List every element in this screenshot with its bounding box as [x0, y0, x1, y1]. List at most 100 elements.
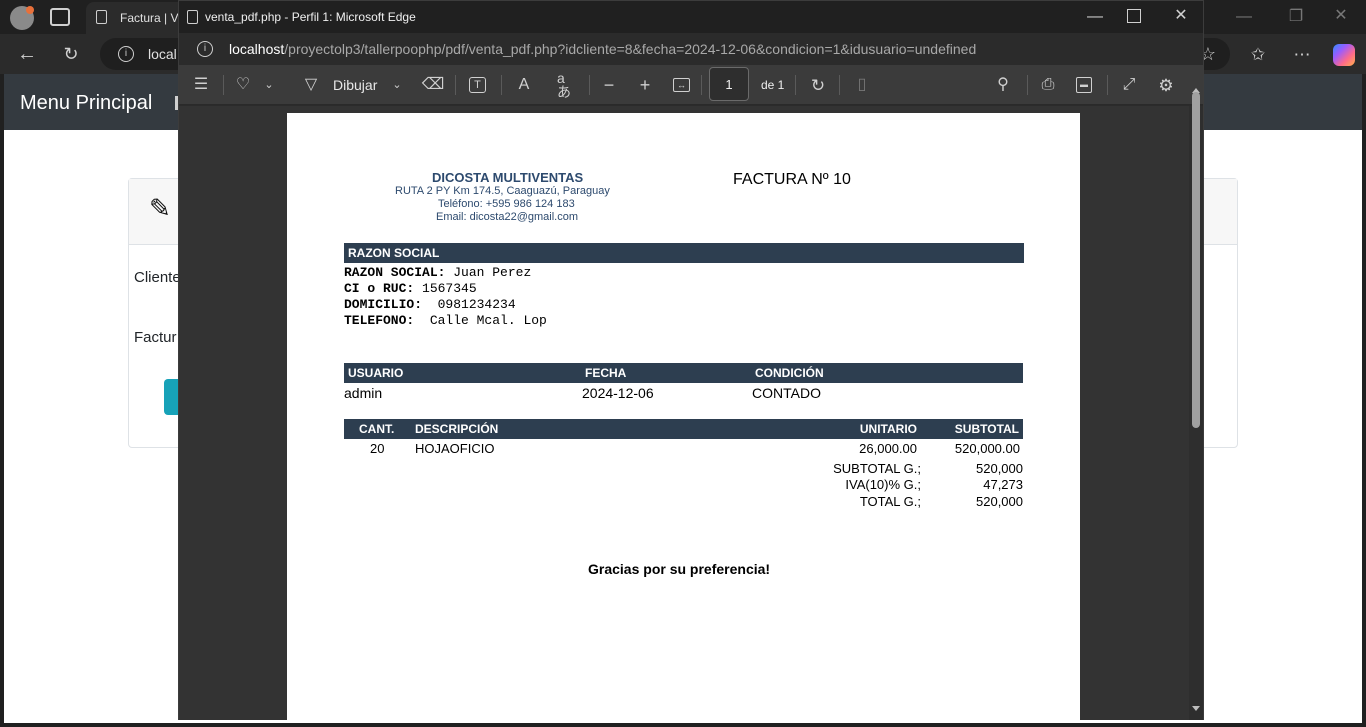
highlight-icon[interactable]: ♡: [235, 77, 251, 93]
cliente-label: Cliente: [134, 269, 181, 286]
company-address: RUTA 2 PY Km 174.5, Caaguazú, Paraguay: [395, 185, 610, 197]
fullscreen-icon[interactable]: ⤢: [1121, 77, 1137, 93]
col-subtotal: SUBTOTAL: [954, 422, 1019, 436]
page-number: 1: [725, 77, 733, 92]
domicilio-label: DOMICILIO:: [344, 297, 423, 312]
info-icon[interactable]: i: [197, 41, 213, 57]
scrollbar-thumb[interactable]: [1192, 92, 1200, 428]
pdf-toolbar: ☰ ♡ ⌄ ▽ Dibujar ⌄ ⌫ T A aあ − + ↔ 1 de 1 …: [179, 65, 1203, 105]
telefono-line: TELEFONO: Calle Mcal. Lop: [344, 313, 547, 328]
razon-label: RAZON SOCIAL:: [344, 265, 446, 280]
translate-icon[interactable]: aあ: [557, 71, 577, 99]
popup-title: venta_pdf.php - Perfil 1: Microsoft Edge: [205, 10, 416, 24]
address-text: local: [148, 46, 177, 62]
edit-icon: ✎: [149, 193, 171, 223]
factura-label: Factur: [134, 329, 177, 346]
tab-actions-icon[interactable]: [50, 8, 70, 26]
zoom-in-icon[interactable]: +: [637, 76, 653, 94]
draw-icon[interactable]: ▽: [303, 77, 319, 93]
items-header: CANT. DESCRIPCIÓN UNITARIO SUBTOTAL: [344, 419, 1023, 439]
read-aloud-icon[interactable]: A: [515, 77, 533, 93]
maximize-icon[interactable]: [1127, 9, 1141, 23]
settings-icon[interactable]: ⚙: [1157, 76, 1175, 94]
close-icon[interactable]: ✕: [1173, 8, 1189, 24]
page-icon: [187, 10, 198, 24]
domicilio-value: 0981234234: [437, 297, 516, 312]
col-cant: CANT.: [359, 422, 395, 436]
page-view-icon: ▯: [857, 76, 867, 93]
subtotal-value: 520,000: [976, 461, 1023, 476]
page-icon: [96, 10, 107, 24]
item-descripcion: HOJAOFICIO: [415, 441, 495, 456]
company-email: Email: dicosta22@gmail.com: [436, 211, 578, 223]
copilot-icon[interactable]: [1333, 44, 1355, 66]
draw-button[interactable]: Dibujar: [333, 77, 377, 93]
search-icon[interactable]: ⚲: [995, 77, 1011, 93]
thanks-message: Gracias por su preferencia!: [588, 561, 771, 577]
col-fecha: FECHA: [585, 366, 627, 380]
tab-title: Factura | Ve: [120, 11, 185, 25]
chevron-down-icon[interactable]: ⌄: [263, 78, 275, 92]
popup-address-bar[interactable]: i localhost/proyectolp3/tallerpoophp/pdf…: [179, 33, 1203, 65]
close-icon[interactable]: ✕: [1333, 8, 1349, 24]
razon-header: RAZON SOCIAL: [344, 243, 1024, 263]
eraser-icon[interactable]: ⌫: [422, 77, 445, 93]
info-header: USUARIO FECHA CONDICIÓN: [344, 363, 1023, 383]
item-subtotal: 520,000.00: [954, 441, 1020, 456]
company-name: DICOSTA MULTIVENTAS: [432, 170, 584, 185]
url-host: localhost: [229, 41, 285, 57]
table-row: 20 HOJAOFICIO 26,000.00 520,000.00: [344, 441, 1023, 459]
navbar-brand[interactable]: Menu Principal: [20, 92, 152, 115]
chevron-down-icon[interactable]: ⌄: [391, 78, 403, 92]
minimize-icon[interactable]: —: [1236, 9, 1252, 25]
col-descripcion: DESCRIPCIÓN: [415, 422, 499, 436]
url-path: /proyectolp3/tallerpoophp/pdf/venta_pdf.…: [284, 41, 977, 57]
pdf-page: DICOSTA MULTIVENTAS RUTA 2 PY Km 174.5, …: [287, 113, 1080, 723]
invoice-title: FACTURA Nº 10: [733, 171, 851, 188]
condicion-value: CONTADO: [752, 385, 821, 401]
more-options-icon[interactable]: ⋯: [1292, 44, 1312, 64]
razon-value: Juan Perez: [453, 265, 532, 280]
subtotal-label: SUBTOTAL G.;: [833, 461, 921, 476]
col-condicion: CONDICIÓN: [755, 366, 824, 380]
iva-value: 47,273: [983, 477, 1023, 492]
popup-title-bar: venta_pdf.php - Perfil 1: Microsoft Edge…: [179, 1, 1203, 33]
scrollbar[interactable]: [1189, 88, 1203, 720]
ci-line: CI o RUC: 1567345: [344, 281, 477, 296]
telefono-label: TELEFONO:: [344, 313, 415, 328]
zoom-out-icon[interactable]: −: [601, 76, 617, 94]
popup-window: venta_pdf.php - Perfil 1: Microsoft Edge…: [178, 0, 1204, 723]
info-icon[interactable]: i: [118, 46, 134, 62]
item-cant: 20: [370, 441, 385, 456]
ci-label: CI o RUC:: [344, 281, 415, 296]
back-icon[interactable]: ←: [16, 44, 38, 64]
domicilio-line: DOMICILIO: 0981234234: [344, 297, 516, 312]
minimize-icon[interactable]: —: [1087, 9, 1103, 25]
razon-line: RAZON SOCIAL: Juan Perez: [344, 265, 531, 280]
contents-icon[interactable]: ☰: [193, 77, 209, 93]
fit-page-icon[interactable]: ↔: [673, 78, 690, 92]
company-phone: Teléfono: +595 986 124 183: [438, 198, 575, 210]
restore-icon[interactable]: ❐: [1288, 9, 1304, 25]
telefono-value: Calle Mcal. Lop: [429, 313, 547, 328]
rotate-icon[interactable]: ↻: [809, 77, 827, 94]
ci-value: 1567345: [422, 281, 477, 296]
col-usuario: USUARIO: [348, 366, 404, 380]
background-tab[interactable]: Factura | Ve: [86, 2, 186, 34]
scroll-down-arrow[interactable]: [1192, 706, 1200, 711]
page-number-input[interactable]: 1: [709, 67, 749, 101]
save-icon[interactable]: ▬: [1076, 77, 1092, 93]
pdf-viewer[interactable]: DICOSTA MULTIVENTAS RUTA 2 PY Km 174.5, …: [179, 88, 1203, 723]
fecha-value: 2024-12-06: [582, 385, 654, 401]
text-box-icon[interactable]: T: [469, 77, 486, 93]
total-value: 520,000: [976, 494, 1023, 509]
razon-header-label: RAZON SOCIAL: [348, 246, 440, 260]
page-total: de 1: [761, 78, 785, 92]
usuario-value: admin: [344, 385, 383, 401]
print-icon[interactable]: ⎙: [1039, 77, 1057, 93]
iva-label: IVA(10)% G.;: [845, 477, 921, 492]
col-unitario: UNITARIO: [859, 422, 917, 436]
url-text: localhost/proyectolp3/tallerpoophp/pdf/v…: [229, 41, 976, 57]
refresh-icon[interactable]: ↻: [60, 44, 82, 64]
favorites-list-icon[interactable]: ✩: [1248, 44, 1268, 64]
